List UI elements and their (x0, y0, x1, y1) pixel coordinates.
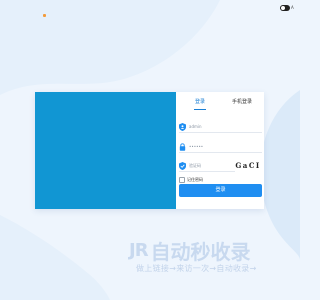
theme-toggle-label: A (291, 5, 294, 10)
login-button[interactable]: 登录 (179, 184, 262, 197)
watermark-brand: JR (129, 239, 149, 261)
captcha-image[interactable]: GaCI (234, 161, 262, 171)
theme-toggle[interactable]: A (280, 3, 294, 12)
watermark-logo: JR 自动秒收录 (129, 238, 281, 264)
password-field[interactable]: •••••• (179, 142, 262, 153)
active-tab-indicator (194, 109, 206, 110)
remember-label: 记住密码 (187, 177, 203, 182)
password-value: •••••• (189, 144, 204, 149)
captcha-field[interactable]: 验证码 (179, 161, 235, 172)
username-field[interactable]: admin (179, 122, 262, 133)
watermark-name: 自动秒收录 (150, 239, 251, 264)
captcha-placeholder: 验证码 (189, 163, 201, 168)
login-banner-panel (35, 92, 176, 209)
lock-icon (179, 143, 186, 151)
tab-phone-login[interactable]: 手机登录 (232, 98, 252, 105)
tab-account-login[interactable]: 登录 (195, 98, 205, 105)
watermark-slogan: 做上链接→来访一次→自动收录→ (136, 264, 257, 273)
top-logo-mark (43, 14, 46, 17)
login-tabs: 登录 手机登录 (176, 98, 264, 110)
login-card: 登录 手机登录 admin •••••• 验证码 GaCI 记住密码 登录 (35, 92, 264, 209)
toggle-icon (280, 4, 290, 11)
remember-password[interactable]: 记住密码 (179, 177, 203, 183)
user-shield-icon (179, 123, 186, 131)
remember-checkbox[interactable] (179, 177, 185, 183)
login-form-panel: 登录 手机登录 admin •••••• 验证码 GaCI 记住密码 登录 (176, 92, 264, 209)
username-value: admin (189, 124, 202, 129)
shield-check-icon (179, 162, 186, 170)
